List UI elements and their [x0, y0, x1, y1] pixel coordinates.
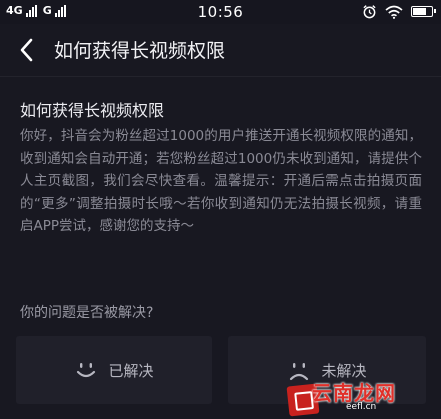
article-title: 如何获得长视频权限 — [20, 101, 165, 120]
status-icons — [362, 4, 436, 19]
article-body: 你好，抖音会为粉丝超过1000的用户推送开通长视频权限的通知，收到通知会自动开通… — [20, 128, 422, 234]
chevron-left-icon[interactable] — [14, 36, 40, 64]
wifi-icon — [385, 5, 403, 19]
status-bar: 4G G 10:56 — [0, 0, 441, 24]
alarm-icon — [363, 5, 376, 19]
smile-face-icon — [77, 363, 96, 378]
battery-icon — [411, 6, 436, 17]
resolved-label: 已解决 — [108, 361, 154, 380]
resolved-button[interactable]: 已解决 — [16, 336, 212, 404]
page-title: 如何获得长视频权限 — [54, 40, 226, 62]
header-divider — [0, 76, 441, 77]
navigation-bar: 如何获得长视频权限 — [0, 24, 441, 76]
site-watermark: 云南龙网 eefl.cn — [286, 375, 441, 419]
feedback-question: 你的问题是否被解决? — [20, 305, 154, 321]
watermark-url: eefl.cn — [346, 402, 377, 412]
